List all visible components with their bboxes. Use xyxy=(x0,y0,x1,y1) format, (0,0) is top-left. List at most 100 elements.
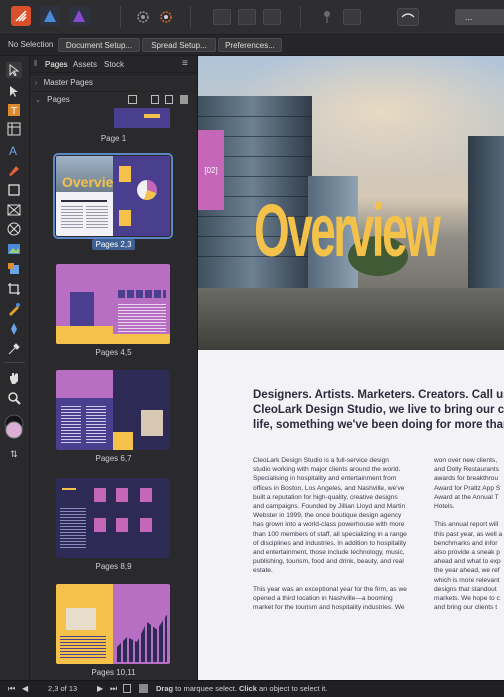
preview-mode-icon[interactable] xyxy=(238,9,256,25)
body-line: this past year, as well a xyxy=(434,530,503,538)
duplicate-page-icon[interactable] xyxy=(165,95,173,104)
publisher-persona-icon[interactable] xyxy=(11,6,31,26)
spread-thumbnail[interactable] xyxy=(56,370,170,450)
headline-line: CleoLark Design Studio, we live to bring… xyxy=(253,404,504,416)
pen-tool-icon[interactable] xyxy=(6,162,22,178)
settings-gear-icon[interactable] xyxy=(135,9,151,25)
body-line: Award for Praltz App S xyxy=(434,484,501,492)
master-pages-row[interactable]: › Master Pages xyxy=(30,74,197,91)
rectangle-tool-icon[interactable] xyxy=(6,182,22,198)
pages-view-icon[interactable] xyxy=(123,684,131,693)
last-page-icon[interactable]: ⏭ xyxy=(110,684,117,694)
page-indicator[interactable]: 2,3 of 13 xyxy=(48,684,77,693)
panel-grip-icon[interactable]: ⦀ xyxy=(34,59,38,69)
table-tool-icon[interactable] xyxy=(6,121,22,137)
designer-persona-icon[interactable] xyxy=(40,6,60,26)
page-thumbnail[interactable] xyxy=(114,108,170,128)
photo-persona-icon[interactable] xyxy=(69,6,89,26)
thumb-avatar xyxy=(116,488,128,502)
thumb-box xyxy=(119,166,131,182)
move-tool-icon[interactable] xyxy=(6,62,22,78)
document-canvas[interactable]: [02] Overview Designers. Artists. Market… xyxy=(198,56,504,680)
body-line: has grown into a world-class powerhouse … xyxy=(253,521,405,529)
preferences-button[interactable]: Preferences... xyxy=(218,38,282,52)
body-line: won over new clients, xyxy=(434,457,498,464)
body-column-2: won over new clients, and Dolly Restaura… xyxy=(434,456,504,612)
tab-stock[interactable]: Stock xyxy=(104,60,124,69)
thumb-box xyxy=(119,210,131,226)
panel-menu-icon[interactable]: ≡ xyxy=(182,58,188,69)
insert-page-icon[interactable] xyxy=(128,95,137,104)
page-label: Pages 4,5 xyxy=(95,348,132,357)
body-line: and bring our clients t xyxy=(434,604,498,612)
thumb-text-block xyxy=(60,508,86,548)
search-text: ... xyxy=(465,12,473,22)
eye-icon[interactable] xyxy=(397,8,419,26)
status-bar: ⏮ ◀ 2,3 of 13 ▶ ⏭ Drag to marquee select… xyxy=(0,680,504,697)
document-setup-button[interactable]: Document Setup... xyxy=(58,38,140,52)
crop-tool-icon[interactable] xyxy=(6,281,22,297)
page-label-selected: Pages 2,3 xyxy=(30,239,197,250)
swap-colors-icon[interactable]: ⇅ xyxy=(6,446,22,462)
fill-tool-icon[interactable] xyxy=(6,301,22,317)
thumb-right-page xyxy=(113,370,170,450)
thumb-right-page xyxy=(113,264,170,344)
body-line: awards for breakthrou xyxy=(434,475,499,483)
thumb-text-line xyxy=(61,200,107,202)
transparency-tool-icon[interactable] xyxy=(6,321,22,337)
preflight-gear-icon[interactable] xyxy=(158,9,174,25)
body-line: opened a third location in Nashville—a b… xyxy=(253,595,393,603)
master-pages-label: Master Pages xyxy=(43,78,93,87)
prev-page-icon[interactable]: ◀ xyxy=(22,684,28,693)
hint-drag: Drag xyxy=(156,684,174,693)
chevron-right-icon: › xyxy=(35,80,38,87)
pin-icon[interactable] xyxy=(322,10,332,24)
next-page-icon[interactable]: ▶ xyxy=(97,684,103,693)
thumb-accent xyxy=(144,114,160,118)
frame-tool-icon[interactable] xyxy=(343,9,361,25)
svg-text:T: T xyxy=(11,106,17,117)
node-tool-icon[interactable] xyxy=(6,83,22,99)
view-mode-icon[interactable] xyxy=(213,9,231,25)
body-line: publishing, tourism, food and drink, bea… xyxy=(253,558,404,566)
pages-row[interactable]: ⌄ Pages xyxy=(30,91,197,108)
delete-page-icon[interactable] xyxy=(180,95,188,104)
spread-thumbnail[interactable]: Overview xyxy=(53,153,173,239)
body-line: benchmarks and infor xyxy=(434,539,498,547)
body-line: Specialising in hospitality and entertai… xyxy=(253,475,397,483)
thumb-left-page xyxy=(56,370,113,450)
spread-thumbnail[interactable] xyxy=(56,584,170,664)
thumb-box xyxy=(113,432,133,450)
first-page-icon[interactable]: ⏮ xyxy=(8,684,15,694)
page-label: Pages 10,11 xyxy=(91,668,136,677)
zoom-tool-icon[interactable] xyxy=(6,390,22,406)
body-line: Award at the Annual T xyxy=(434,493,499,501)
vector-crop-icon[interactable] xyxy=(6,261,22,277)
pages-list[interactable]: Page 1 Overview Pages 2,3 Pages 4,5 Page… xyxy=(30,108,197,680)
spread-thumbnail[interactable] xyxy=(56,264,170,344)
ellipse-frame-icon[interactable] xyxy=(6,221,22,237)
color-swatch[interactable] xyxy=(4,414,25,444)
search-box[interactable]: ... xyxy=(455,9,504,25)
body-line: This annual report will xyxy=(434,521,499,529)
thumb-text-block xyxy=(118,304,166,334)
toolbar-divider xyxy=(300,6,301,28)
artistic-text-icon[interactable]: A xyxy=(6,142,22,158)
color-picker-icon[interactable] xyxy=(6,341,22,357)
place-image-icon[interactable] xyxy=(6,241,22,257)
picture-frame-icon[interactable] xyxy=(6,202,22,218)
add-page-icon[interactable] xyxy=(151,95,159,104)
spread-setup-button[interactable]: Spread Setup... xyxy=(142,38,216,52)
hint-click: Click xyxy=(238,684,257,693)
tab-assets[interactable]: Assets xyxy=(73,60,97,69)
body-line: also provide a sneak p xyxy=(434,549,500,557)
spread-thumbnail[interactable] xyxy=(56,478,170,558)
tab-pages[interactable]: Pages xyxy=(45,60,68,69)
body-line: This year was an exceptional year for th… xyxy=(253,585,407,593)
body-line: of disciplines and industries. In additi… xyxy=(253,539,407,547)
bleed-mode-icon[interactable] xyxy=(263,9,281,25)
thumb-left-page xyxy=(56,584,113,664)
text-frame-icon[interactable]: T xyxy=(6,102,22,118)
main-toolbar: ... xyxy=(0,0,504,35)
hand-tool-icon[interactable] xyxy=(6,370,22,386)
